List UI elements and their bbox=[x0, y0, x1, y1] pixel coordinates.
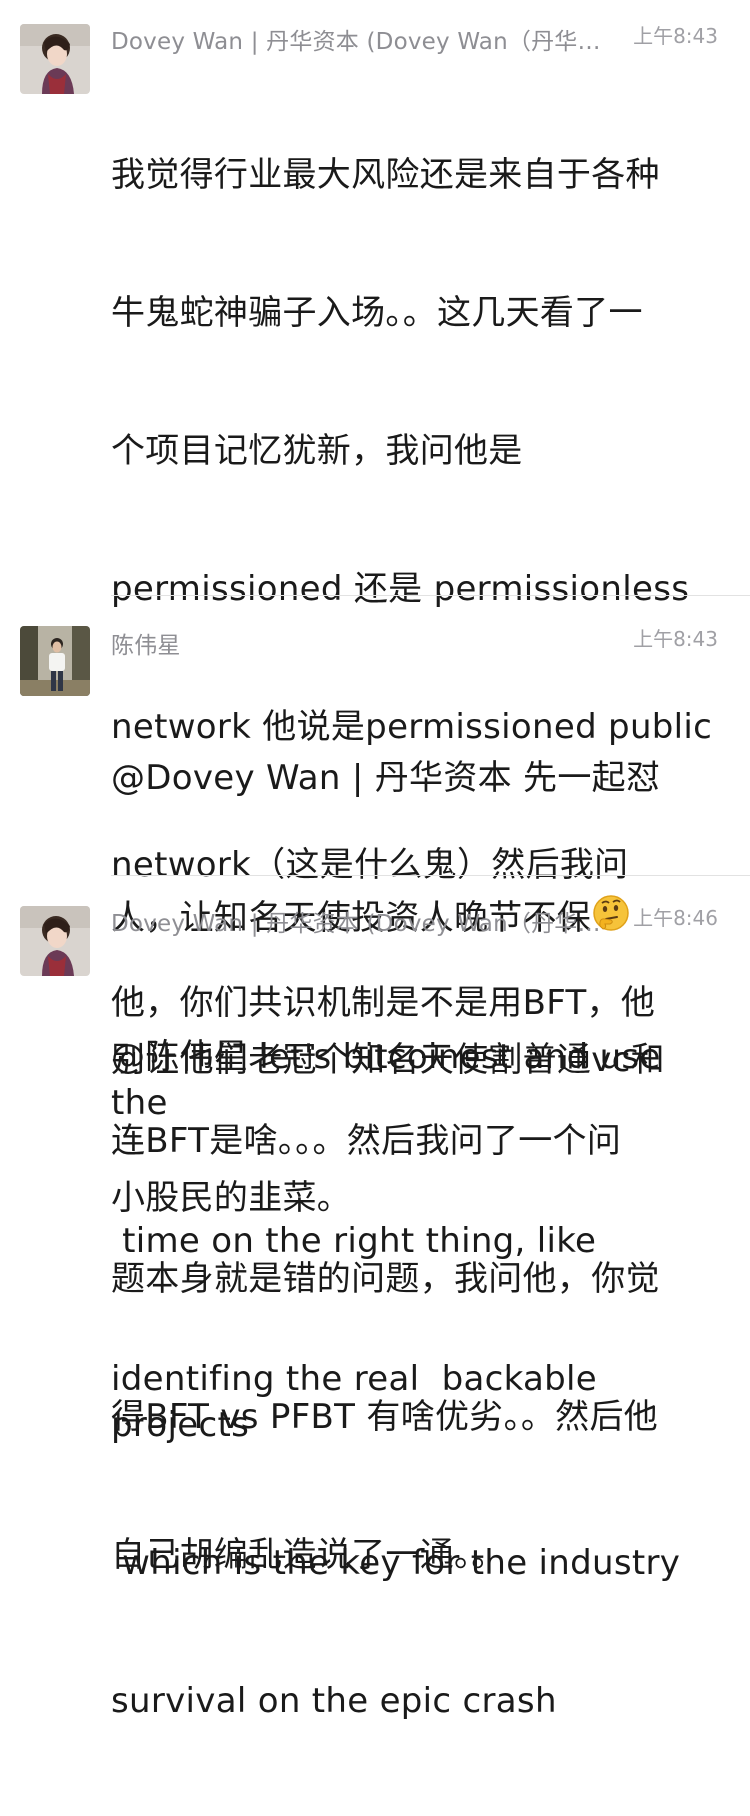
message-text[interactable]: @陈伟星 let's bitcoinest and use the time o… bbox=[111, 942, 715, 1816]
man-standing-photo-avatar-icon bbox=[20, 626, 90, 696]
avatar[interactable] bbox=[20, 906, 90, 976]
text-line: @陈伟星 let's bitcoinest and use the bbox=[111, 1037, 672, 1123]
sender-name[interactable]: Dovey Wan | 丹华资本 (Dovey Wan（丹华资本 创始合伙人）) bbox=[111, 904, 611, 938]
woman-portrait-avatar-icon bbox=[20, 906, 90, 976]
text-line: identifing the real backable projects bbox=[111, 1359, 609, 1445]
sender-name[interactable]: 陈伟星 bbox=[111, 626, 611, 660]
avatar[interactable] bbox=[20, 626, 90, 696]
message-time: 上午8:46 bbox=[633, 906, 718, 930]
text-line: time on the right thing, like bbox=[111, 1221, 597, 1261]
sender-name[interactable]: Dovey Wan | 丹华资本 (Dovey Wan（丹华资本 创始合伙人）) bbox=[111, 22, 611, 56]
message-time: 上午8:43 bbox=[633, 627, 718, 651]
message-time: 上午8:43 bbox=[633, 24, 718, 48]
woman-portrait-avatar-icon bbox=[20, 24, 90, 94]
text-line: 牛鬼蛇神骗子入场。。这几天看了一 bbox=[111, 293, 643, 333]
text-line: survival on the epic crash bbox=[111, 1681, 557, 1721]
text-line: 我觉得行业最大风险还是来自于各种 bbox=[111, 155, 660, 195]
message-divider bbox=[111, 875, 750, 876]
message-divider bbox=[111, 595, 750, 596]
avatar[interactable] bbox=[20, 24, 90, 94]
text-line: permissioned 还是 permissionless bbox=[111, 569, 690, 609]
text-line: 个项目记忆犹新，我问他是 bbox=[111, 431, 523, 471]
text-line: @Dovey Wan | 丹华资本 先一起怼 bbox=[111, 758, 661, 798]
text-line: which is the key for the industry bbox=[111, 1543, 681, 1583]
